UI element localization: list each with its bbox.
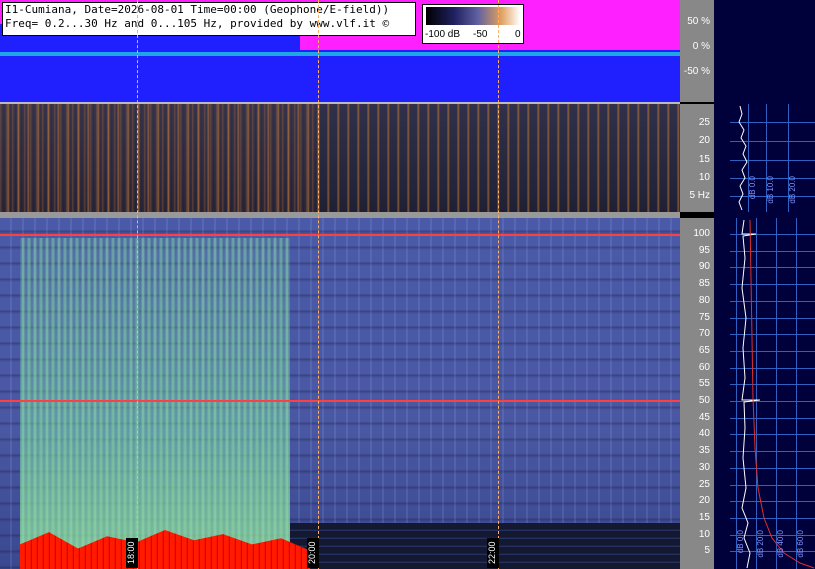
main-scale-label: 65	[698, 344, 710, 356]
colorbar-mid-label: -50	[473, 29, 488, 40]
time-marker-line	[318, 0, 319, 569]
main-scale-label: 55	[698, 378, 710, 390]
main-scale-label: 20	[698, 495, 710, 507]
main-spectrogram	[0, 218, 680, 569]
main-scale-label: 85	[698, 278, 710, 290]
wave-scale-label: -50 %	[683, 66, 710, 77]
main-scale-label: 75	[698, 311, 710, 323]
main-scale-label: 60	[698, 361, 710, 373]
main-axis-label: dB 40.0	[776, 530, 785, 558]
spectrogram-low-band	[290, 523, 680, 569]
main-axis-label: dB 60.0	[796, 530, 805, 558]
colorbar-gradient	[426, 7, 520, 25]
wave-scale-label: 50 %	[687, 16, 710, 27]
colorbar-max-label: 0	[515, 29, 521, 40]
main-frequency-scale: 100 95 90 85 80 75 70 65 60 55 50 45 40 35 30 25 20 15 10 5	[680, 218, 714, 569]
time-label: 22:00	[487, 538, 499, 568]
main-scale-label: 25	[698, 478, 710, 490]
line-100hz	[0, 234, 680, 236]
low-scale-label: 20	[698, 135, 710, 146]
time-label: 20:00	[307, 538, 319, 568]
main-scale-label: 5	[704, 545, 710, 557]
spectrum-side-panel: dB 0.0 dB 10.0 dB 20.0 dB 0.0 dB 20.0 dB…	[714, 0, 815, 569]
low-spectrum-plot: dB 0.0 dB 10.0 dB 20.0	[730, 104, 815, 212]
station-date-line: I1-Cumiana, Date=2026-08-01 Time=00:00 (…	[5, 3, 390, 16]
main-scale-label: 15	[698, 511, 710, 523]
main-scale-label: 10	[698, 528, 710, 540]
main-scale-label: 80	[698, 294, 710, 306]
line-50hz	[0, 400, 680, 402]
main-scale-label: 45	[698, 411, 710, 423]
low-scale-label: 5 Hz	[689, 190, 710, 201]
main-scale-label: 35	[698, 445, 710, 457]
main-spectrum-trace	[741, 219, 815, 569]
time-label: 18:00	[126, 538, 138, 568]
low-frequency-scale: 25 20 15 10 5 Hz	[680, 104, 714, 212]
time-marker-line	[498, 0, 499, 569]
waveform-scale: 50 % 0 % -50 %	[680, 0, 714, 102]
low-axis-label: dB 0.0	[748, 176, 757, 200]
main-scale-label: 100	[693, 228, 710, 239]
low-scale-label: 25	[698, 117, 710, 128]
frequency-line: Freq= 0.2...30 Hz and 0...105 Hz, provid…	[5, 17, 390, 30]
main-scale-label: 50	[698, 395, 710, 406]
time-marker-line	[137, 0, 138, 569]
main-scale-label: 30	[698, 461, 710, 473]
low-spectrogram-activity	[0, 104, 320, 212]
db-colorbar: -100 dB -50 0	[422, 4, 524, 44]
low-frequency-spectrogram	[0, 104, 680, 212]
colorbar-min-label: -100 dB	[425, 29, 461, 40]
waveform-center-trace	[0, 52, 680, 56]
low-axis-label: dB 20.0	[788, 176, 797, 204]
low-scale-label: 10	[698, 172, 710, 183]
main-scale-label: 90	[698, 261, 710, 273]
main-scale-label: 40	[698, 428, 710, 440]
low-scale-label: 15	[698, 154, 710, 165]
main-axis-label: dB 0.0	[736, 530, 745, 554]
main-scale-label: 70	[698, 328, 710, 340]
main-axis-label: dB 20.0	[756, 530, 765, 558]
wave-scale-label: 0 %	[692, 41, 710, 52]
main-spectrum-plot: dB 0.0 dB 20.0 dB 40.0 dB 60.0	[730, 218, 815, 569]
spectrogram-noise-burst	[20, 238, 290, 569]
low-axis-label: dB 10.0	[766, 176, 775, 204]
station-info-header: I1-Cumiana, Date=2026-08-01 Time=00:00 (…	[2, 2, 416, 36]
main-scale-label: 95	[698, 244, 710, 256]
